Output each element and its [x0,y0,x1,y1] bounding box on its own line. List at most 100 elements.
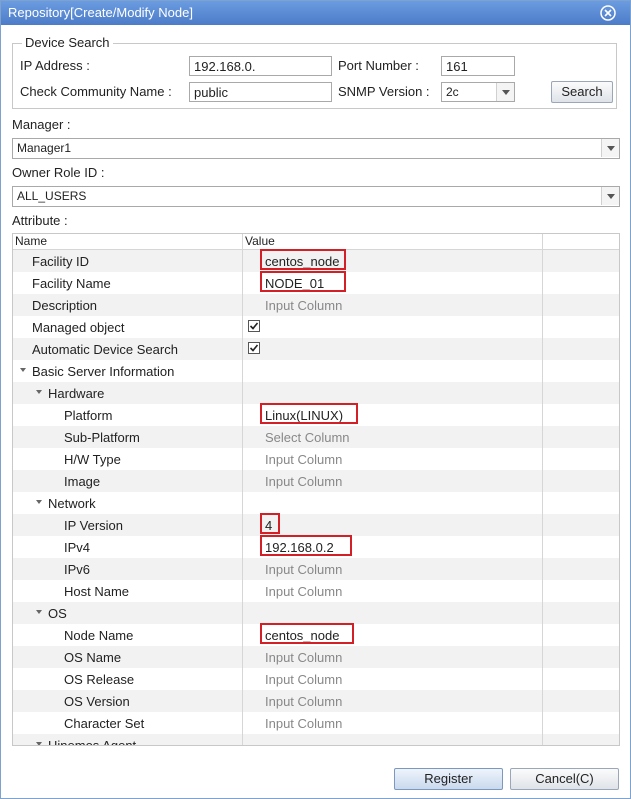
attribute-name: OS Name [64,650,122,665]
attribute-name: IPv4 [64,540,91,555]
attribute-name: H/W Type [64,452,121,467]
ip-address-input[interactable] [189,56,332,76]
attribute-grid: Name Value Facility ID centos_node Facilit… [12,233,620,746]
attribute-row[interactable]: Character Set Input Column [13,712,619,734]
owner-role-value: ALL_USERS [17,189,87,203]
highlight-box [260,249,346,270]
attribute-name: Description [32,298,98,313]
attribute-row[interactable]: Hardware [13,382,619,404]
attribute-row[interactable]: Node Name centos_node [13,623,619,646]
attribute-row[interactable]: Sub-Platform Select Column [13,426,619,448]
attribute-row[interactable]: Hinemos Agent [13,734,619,746]
attribute-name: OS [48,606,67,621]
attribute-name: Sub-Platform [64,430,140,445]
device-search-legend: Device Search [22,35,113,50]
attribute-name: Node Name [64,628,134,643]
manager-value: Manager1 [17,141,72,155]
chevron-down-icon[interactable] [601,139,619,157]
attribute-row[interactable]: Managed object [13,316,619,338]
expand-triangle-icon[interactable] [36,500,42,504]
ip-address-label: IP Address : [20,58,90,73]
manager-select[interactable]: Manager1 [12,138,620,159]
checkbox-checked-icon[interactable] [248,342,260,354]
chevron-down-icon[interactable] [601,187,619,205]
attribute-name: OS Version [64,694,130,709]
attribute-row[interactable]: H/W Type Input Column [13,448,619,470]
attribute-name: Network [48,496,96,511]
attribute-name: IP Version [64,518,124,533]
close-icon[interactable] [600,5,616,21]
snmp-version-label: SNMP Version : [338,84,430,99]
attribute-value[interactable]: Input Column [265,672,342,687]
owner-role-select[interactable]: ALL_USERS [12,186,620,207]
snmp-version-value: 2c [446,85,459,99]
attribute-value[interactable]: Input Column [265,474,342,489]
attribute-name: OS Release [64,672,135,687]
snmp-version-select[interactable]: 2c [441,82,515,102]
port-number-input[interactable] [441,56,515,76]
window-title: Repository[Create/Modify Node] [8,5,193,20]
attribute-row[interactable]: IPv6 Input Column [13,558,619,580]
register-button[interactable]: Register [394,768,503,790]
attribute-value[interactable]: Input Column [265,562,342,577]
highlight-box [260,513,280,534]
column-header-name: Name [15,234,48,248]
attribute-name: IPv6 [64,562,91,577]
attribute-row[interactable]: IPv4 192.168.0.2 [13,535,619,558]
attribute-name: Image [64,474,101,489]
expand-triangle-icon[interactable] [36,610,42,614]
attribute-name: Character Set [64,716,145,731]
attribute-value[interactable]: Input Column [265,694,342,709]
attribute-row[interactable]: OS Name Input Column [13,646,619,668]
attribute-name: Facility ID [32,254,90,269]
expand-triangle-icon[interactable] [36,390,42,394]
community-name-input[interactable] [189,82,332,102]
title-bar[interactable]: Repository[Create/Modify Node] [1,1,630,25]
search-button[interactable]: Search [551,81,613,103]
grid-header: Name Value [13,234,619,250]
attribute-name: Managed object [32,320,125,335]
attribute-name: Automatic Device Search [32,342,178,357]
attribute-value[interactable]: Input Column [265,716,342,731]
attribute-name: Hardware [48,386,105,401]
attribute-value[interactable]: Input Column [265,650,342,665]
attribute-value[interactable]: Select Column [265,430,350,445]
attribute-row[interactable]: OS [13,602,619,624]
attribute-row[interactable]: IP Version 4 [13,513,619,536]
attribute-row[interactable]: Platform Linux(LINUX) [13,403,619,426]
column-divider [242,234,243,745]
expand-triangle-icon[interactable] [36,742,42,745]
attribute-row[interactable]: Facility Name NODE_01 [13,271,619,294]
dialog-window: Repository[Create/Modify Node] Device Se… [0,0,631,799]
dialog-body: Device Search IP Address : Port Number :… [1,25,630,798]
highlight-box [260,535,352,556]
attribute-row[interactable]: Description Input Column [13,294,619,316]
checkbox-checked-icon[interactable] [248,320,260,332]
attribute-name: Platform [64,408,113,423]
manager-label: Manager : [12,117,71,132]
attribute-value[interactable]: Input Column [265,452,342,467]
attribute-row[interactable]: Facility ID centos_node [13,249,619,272]
attribute-row[interactable]: Automatic Device Search [13,338,619,360]
community-name-label: Check Community Name : [20,84,172,99]
port-number-label: Port Number : [338,58,419,73]
column-divider [542,234,543,745]
attribute-row[interactable]: Network [13,492,619,514]
attribute-value[interactable]: Input Column [265,298,342,313]
attribute-row[interactable]: OS Release Input Column [13,668,619,690]
attribute-row[interactable]: OS Version Input Column [13,690,619,712]
highlight-box [260,271,346,292]
attribute-name: Host Name [64,584,130,599]
attribute-value[interactable]: Input Column [265,584,342,599]
attribute-name: Hinemos Agent [48,738,137,746]
attribute-row[interactable]: Host Name Input Column [13,580,619,602]
attribute-row[interactable]: Image Input Column [13,470,619,492]
cancel-button[interactable]: Cancel(C) [510,768,619,790]
chevron-down-icon[interactable] [496,83,514,101]
highlight-box [260,403,358,424]
column-header-value: Value [245,234,275,248]
highlight-box [260,623,354,644]
attribute-label: Attribute : [12,213,68,228]
expand-triangle-icon[interactable] [20,368,26,372]
attribute-row[interactable]: Basic Server Information [13,360,619,382]
